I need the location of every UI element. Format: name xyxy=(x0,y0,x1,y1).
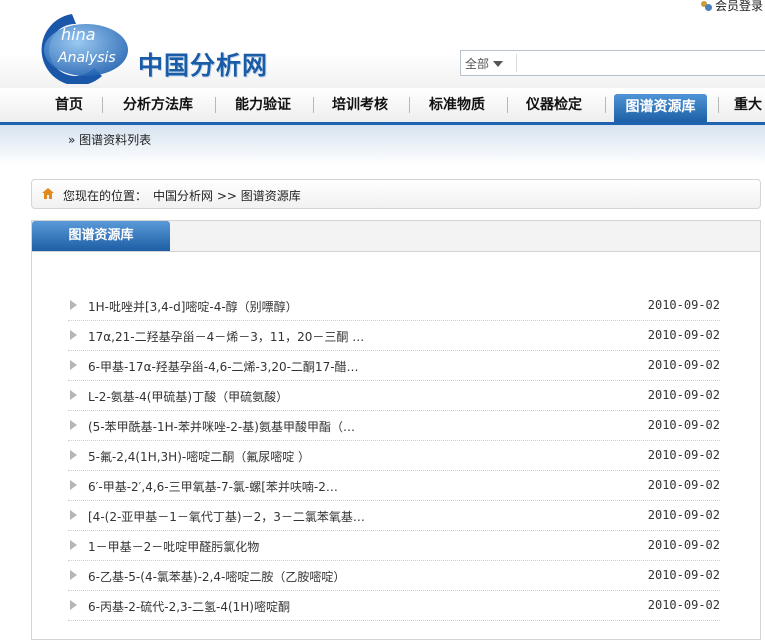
nav-item-proficiency[interactable]: 能力验证 xyxy=(235,88,291,122)
list-item[interactable]: [4-(2-亚甲基－1－氧代丁基)－2，3－二氯苯氧基… 2010-09-02 xyxy=(68,501,720,531)
nav-divider xyxy=(507,97,508,113)
list-item-date: 2010-09-02 xyxy=(647,328,720,342)
list-item-title[interactable]: 1－甲基－2－吡啶甲醛肟氯化物 xyxy=(88,538,408,555)
list-item[interactable]: 6-丙基-2-硫代-2,3-二氢-4(1H)嘧啶酮 2010-09-02 xyxy=(68,591,720,621)
breadcrumb-path[interactable]: 中国分析网 >> 图谱资源库 xyxy=(153,189,301,203)
list-item-date: 2010-09-02 xyxy=(647,448,720,462)
triangle-bullet-icon xyxy=(70,300,77,310)
list-item-title[interactable]: 6-乙基-5-(4-氯苯基)-2,4-嘧啶二胺（乙胺嘧啶） xyxy=(88,568,408,585)
nav-item-spectra-library[interactable]: 图谱资源库 xyxy=(614,94,707,122)
spectra-list: 1H-吡唑并[3,4-d]嘧啶-4-醇（别嘌醇） 2010-09-02 17α,2… xyxy=(68,291,720,621)
list-item[interactable]: 6-甲基-17α-羟基孕甾-4,6-二烯-3,20-二酮17-醋… 2010-09… xyxy=(68,351,720,381)
nav-divider xyxy=(718,97,719,113)
search-divider xyxy=(516,54,517,72)
triangle-bullet-icon xyxy=(70,420,77,430)
list-item-title[interactable]: 1H-吡唑并[3,4-d]嘧啶-4-醇（别嘌醇） xyxy=(88,298,408,315)
nav-item-spectra-library-label: 图谱资源库 xyxy=(625,99,696,115)
triangle-bullet-icon xyxy=(70,330,77,340)
site-header: 会员登录 hina Analysis 中国分析网 全部 xyxy=(0,0,765,88)
list-item[interactable]: 1H-吡唑并[3,4-d]嘧啶-4-醇（别嘌醇） 2010-09-02 xyxy=(68,291,720,321)
list-item-title[interactable]: 5-氟-2,4(1H,3H)-嘧啶二酮（氟尿嘧啶 ） xyxy=(88,448,408,465)
chevron-down-icon xyxy=(493,61,504,67)
nav-item-major[interactable]: 重大 xyxy=(734,88,762,122)
list-item-title[interactable]: L-2-氨基-4(甲硫基)丁酸（甲硫氨酸） xyxy=(88,388,408,405)
home-icon xyxy=(42,188,54,199)
list-item-title[interactable]: 6-甲基-17α-羟基孕甾-4,6-二烯-3,20-二酮17-醋… xyxy=(88,358,408,375)
triangle-bullet-icon xyxy=(70,540,77,550)
triangle-bullet-icon xyxy=(70,390,77,400)
triangle-bullet-icon xyxy=(70,360,77,370)
nav-divider xyxy=(313,97,314,113)
list-item[interactable]: 17α,21-二羟基孕甾－4－烯－3，11，20－三酮 … 2010-09-02 xyxy=(68,321,720,351)
nav-item-home[interactable]: 首页 xyxy=(55,88,83,122)
triangle-bullet-icon xyxy=(70,480,77,490)
spectra-list-panel: 图谱资源库 1H-吡唑并[3,4-d]嘧啶-4-醇（别嘌醇） 2010-09-02… xyxy=(31,220,761,640)
list-item-date: 2010-09-02 xyxy=(647,388,720,402)
triangle-bullet-icon xyxy=(70,600,77,610)
site-logo[interactable]: hina Analysis 中国分析网 xyxy=(34,10,274,88)
breadcrumb-prefix: 您现在的位置： xyxy=(63,189,148,203)
list-item-title[interactable]: 6′-甲基-2′,4,6-三甲氧基-7-氯-螺[苯并呋喃-2… xyxy=(88,478,408,495)
triangle-bullet-icon xyxy=(70,570,77,580)
list-item-title[interactable]: 17α,21-二羟基孕甾－4－烯－3，11，20－三酮 … xyxy=(88,328,408,345)
member-login-label: 会员登录 xyxy=(714,0,763,13)
nav-item-reference-materials[interactable]: 标准物质 xyxy=(429,88,485,122)
sub-nav-spectra-list[interactable]: » 图谱资料列表 xyxy=(68,131,151,148)
triangle-bullet-icon xyxy=(70,450,77,460)
search-scope-select[interactable]: 全部 xyxy=(465,55,504,72)
panel-header: 图谱资源库 xyxy=(32,221,760,252)
list-item-date: 2010-09-02 xyxy=(647,478,720,492)
list-item[interactable]: (5-苯甲酰基-1H-苯并咪唑-2-基)氨基甲酸甲酯（… 2010-09-02 xyxy=(68,411,720,441)
logo-chinese-name: 中国分析网 xyxy=(138,51,269,80)
nav-divider xyxy=(409,97,410,113)
list-item[interactable]: 1－甲基－2－吡啶甲醛肟氯化物 2010-09-02 xyxy=(68,531,720,561)
nav-divider xyxy=(215,97,216,113)
nav-item-instrument-verification[interactable]: 仪器检定 xyxy=(526,88,582,122)
list-item-title[interactable]: 6-丙基-2-硫代-2,3-二氢-4(1H)嘧啶酮 xyxy=(88,598,408,615)
panel-tab-label: 图谱资源库 xyxy=(68,228,134,243)
nav-divider xyxy=(102,97,103,113)
list-item[interactable]: 6-乙基-5-(4-氯苯基)-2,4-嘧啶二胺（乙胺嘧啶） 2010-09-02 xyxy=(68,561,720,591)
list-item-date: 2010-09-02 xyxy=(647,508,720,522)
logo-latin-line-2: Analysis xyxy=(57,50,116,66)
panel-tab[interactable]: 图谱资源库 xyxy=(32,221,170,251)
nav-item-training[interactable]: 培训考核 xyxy=(332,88,388,122)
nav-divider xyxy=(605,97,606,113)
list-item-date: 2010-09-02 xyxy=(647,568,720,582)
list-item[interactable]: 5-氟-2,4(1H,3H)-嘧啶二酮（氟尿嘧啶 ） 2010-09-02 xyxy=(68,441,720,471)
list-item-date: 2010-09-02 xyxy=(647,298,720,312)
search-box[interactable]: 全部 xyxy=(460,50,765,76)
breadcrumb: 您现在的位置： 中国分析网 >> 图谱资源库 xyxy=(31,179,761,209)
breadcrumb-text: 您现在的位置： 中国分析网 >> 图谱资源库 xyxy=(63,187,301,204)
triangle-bullet-icon xyxy=(70,510,77,520)
list-item-title[interactable]: (5-苯甲酰基-1H-苯并咪唑-2-基)氨基甲酸甲酯（… xyxy=(88,418,408,435)
main-nav: 首页 分析方法库 能力验证 培训考核 标准物质 仪器检定 图谱资源库 重大 xyxy=(0,88,765,125)
list-item[interactable]: 6′-甲基-2′,4,6-三甲氧基-7-氯-螺[苯并呋喃-2… 2010-09-0… xyxy=(68,471,720,501)
sub-nav-bar: » 图谱资料列表 xyxy=(0,125,765,175)
member-login-link[interactable]: 会员登录 xyxy=(700,0,763,14)
list-item-date: 2010-09-02 xyxy=(647,358,720,372)
search-scope-value: 全部 xyxy=(465,57,490,71)
list-item-date: 2010-09-02 xyxy=(647,418,720,432)
china-analysis-logo-icon: hina Analysis xyxy=(41,14,128,84)
list-item-date: 2010-09-02 xyxy=(647,538,720,552)
list-item-date: 2010-09-02 xyxy=(647,598,720,612)
list-item[interactable]: L-2-氨基-4(甲硫基)丁酸（甲硫氨酸） 2010-09-02 xyxy=(68,381,720,411)
nav-item-methods[interactable]: 分析方法库 xyxy=(123,88,193,122)
logo-latin-line-1: hina xyxy=(61,25,96,44)
list-item-title[interactable]: [4-(2-亚甲基－1－氧代丁基)－2，3－二氯苯氧基… xyxy=(88,508,408,525)
users-icon xyxy=(700,0,713,12)
